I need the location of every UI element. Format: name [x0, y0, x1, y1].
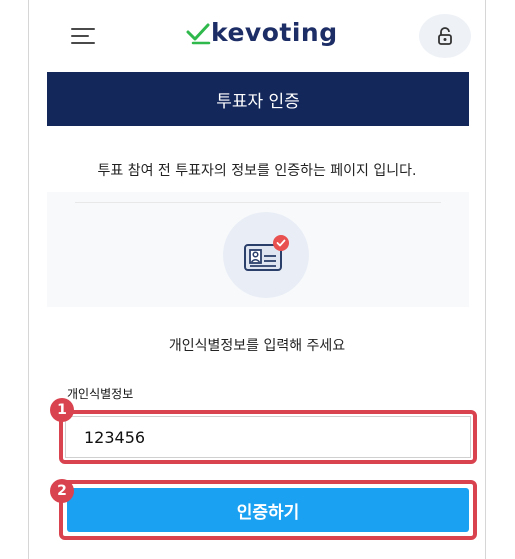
- input-instruction: 개인식별정보를 입력해 주세요: [168, 338, 346, 354]
- hamburger-menu-icon[interactable]: [71, 28, 95, 44]
- id-field-label: 개인식별정보: [67, 387, 134, 401]
- id-card-check-icon: [244, 235, 289, 271]
- unlock-icon: [438, 27, 452, 45]
- highlight-box-button: [59, 480, 477, 540]
- page-title-bar: 투표자 인증: [47, 72, 469, 126]
- illustration-circle: [223, 212, 309, 298]
- page-description: 투표 참여 전 투표자의 정보를 인증하는 페이지 입니다.: [97, 163, 417, 179]
- app-header: kevoting: [29, 0, 485, 70]
- step-badge-2: 2: [50, 479, 74, 503]
- illustration-card: [47, 192, 469, 307]
- lock-button[interactable]: [419, 14, 471, 58]
- check-leaf-icon: [186, 23, 211, 44]
- logo[interactable]: kevoting: [185, 18, 338, 47]
- divider: [75, 202, 441, 203]
- page-title: 투표자 인증: [216, 91, 300, 112]
- step-badge-1: 1: [50, 398, 74, 422]
- logo-text: kevoting: [211, 18, 338, 47]
- highlight-box-input: [59, 410, 477, 464]
- mobile-frame: kevoting 투표자 인증 투표 참여 전 투표자의 정보를 인증하는 페이…: [28, 0, 486, 559]
